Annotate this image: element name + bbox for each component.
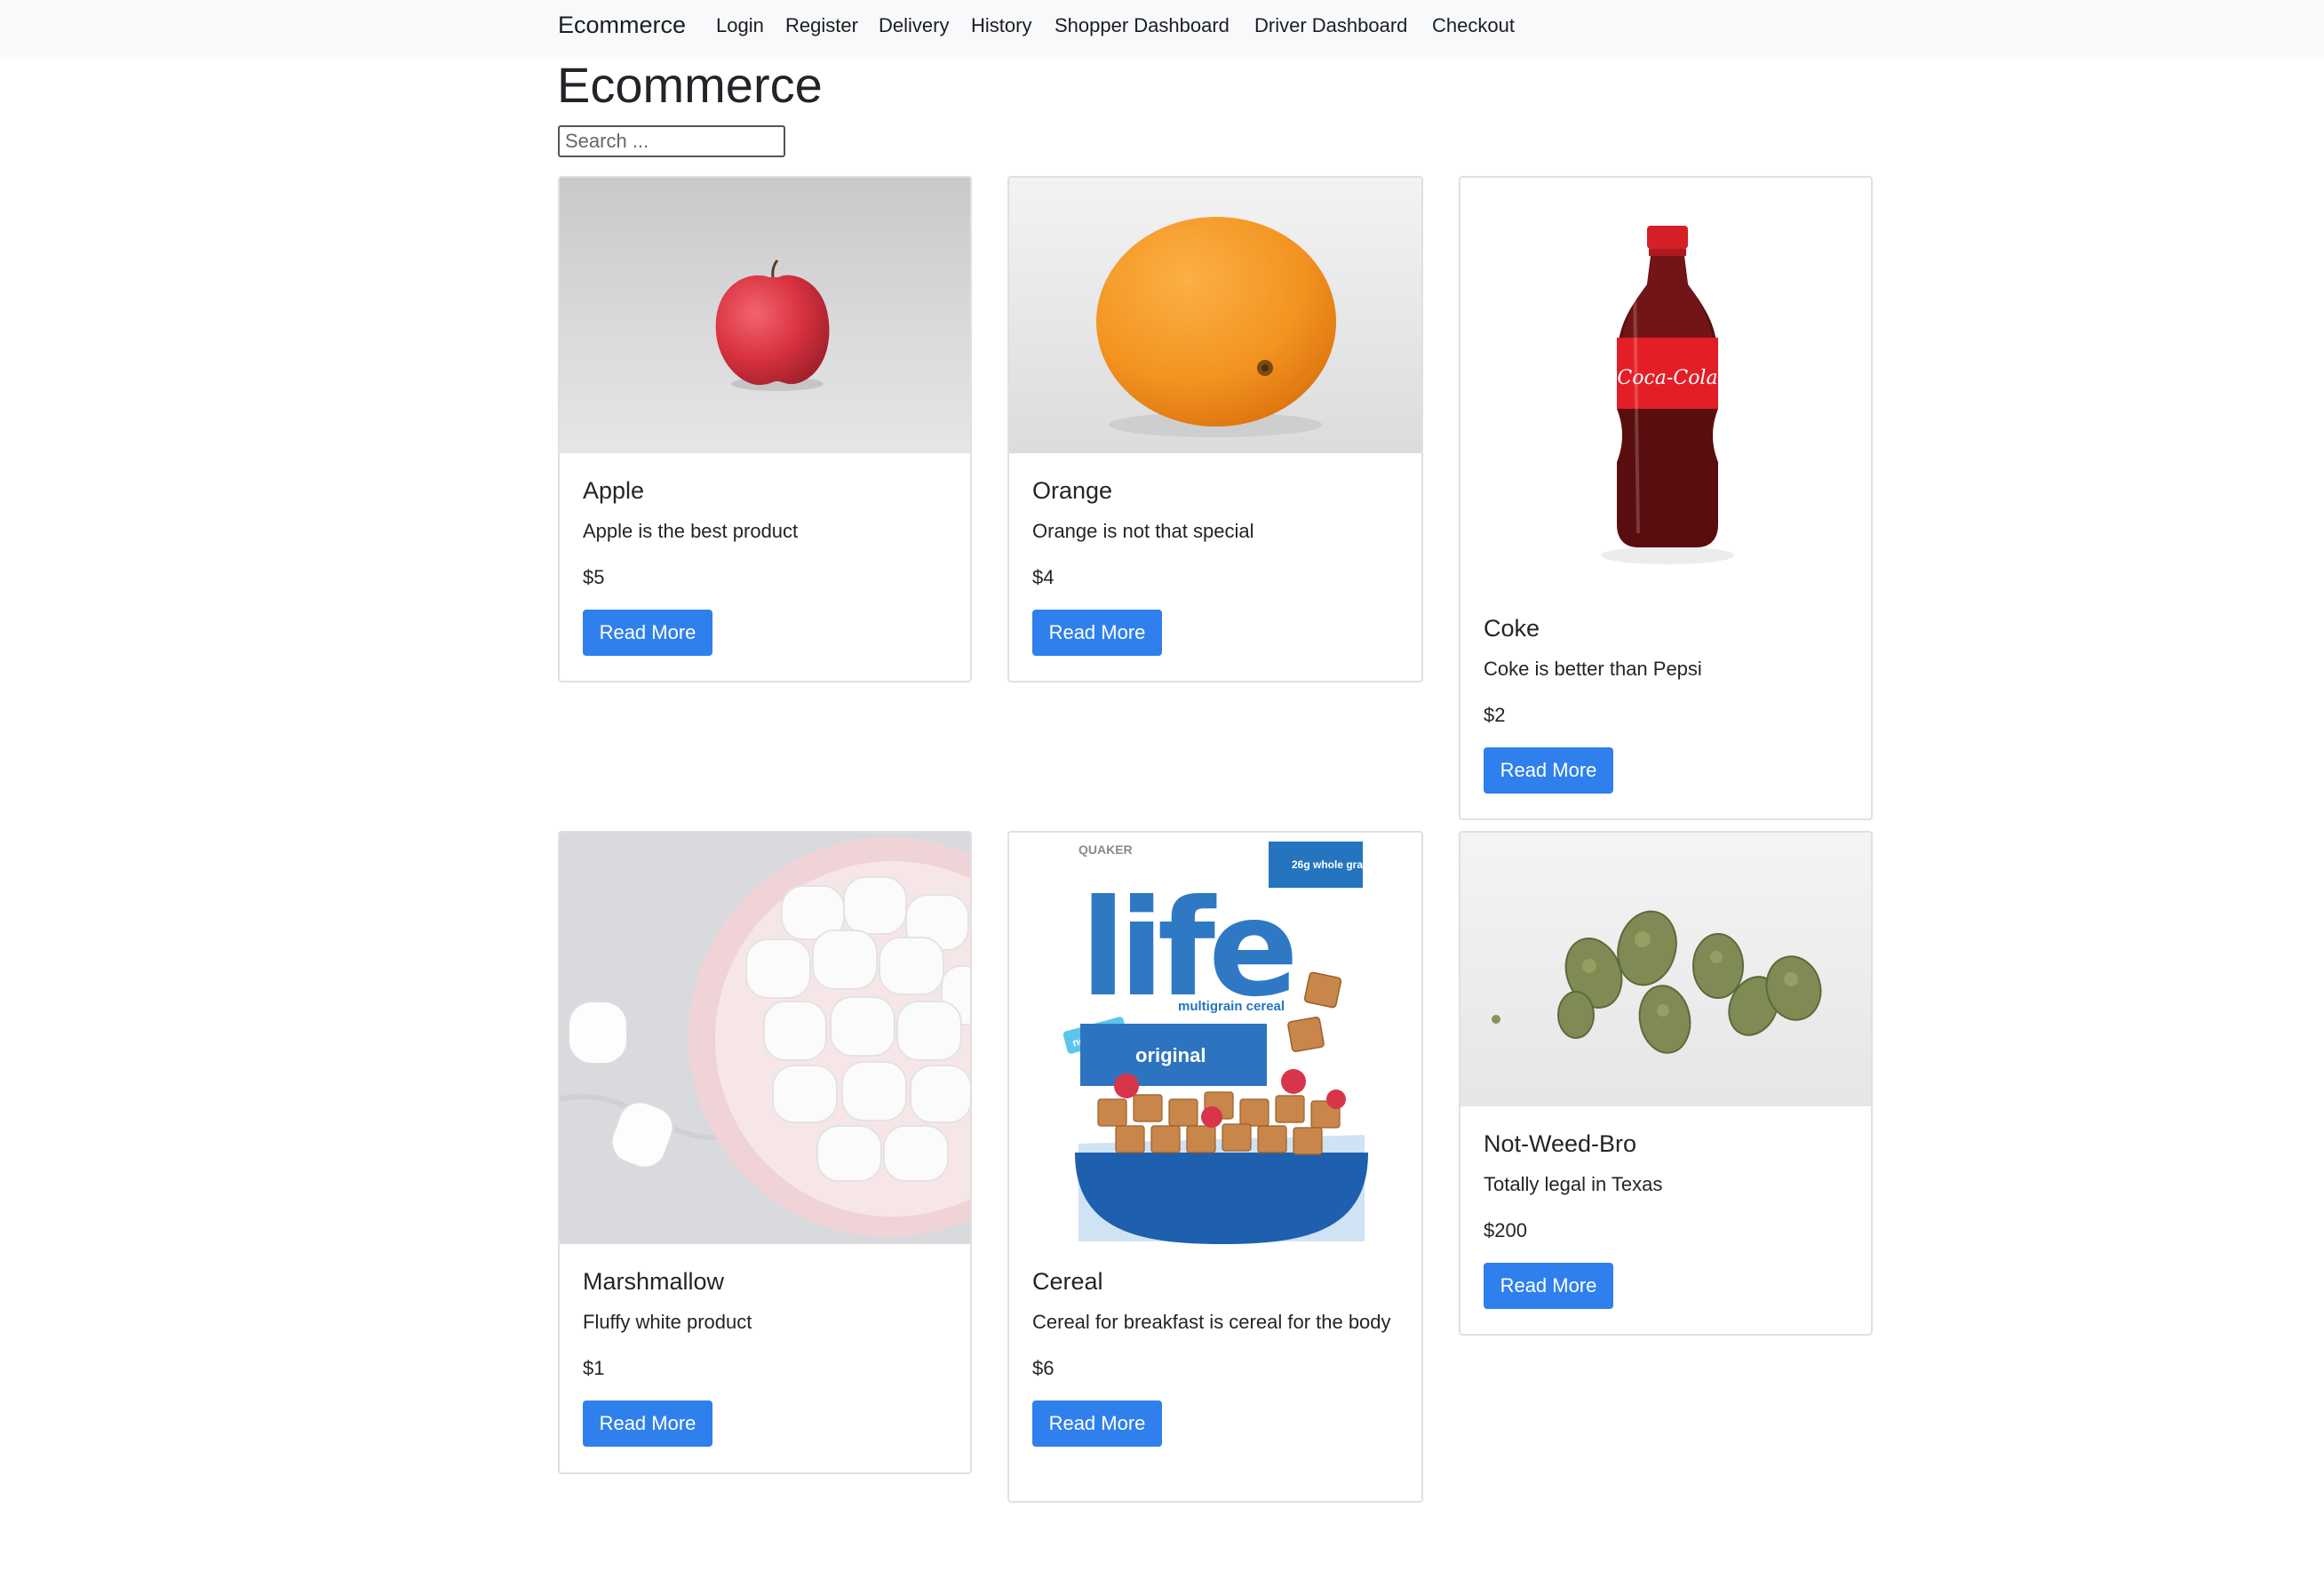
product-price: $1 — [583, 1357, 605, 1379]
cereal-brand-text: QUAKER — [1078, 842, 1133, 857]
page-title: Ecommerce — [557, 57, 823, 113]
product-price: $5 — [583, 566, 605, 588]
product-price: $4 — [1032, 566, 1055, 588]
product-description: Fluffy white product — [583, 1311, 752, 1333]
product-name: Not-Weed-Bro — [1484, 1130, 1637, 1157]
read-more-button[interactable]: Read More — [1032, 1400, 1162, 1447]
card-body: Coke Coke is better than Pepsi $2 Read M… — [1484, 612, 1853, 794]
product-card-orange: Orange Orange is not that special $4 Rea… — [1007, 176, 1423, 682]
cereal-badge-text: 26g whole grains — [1292, 858, 1379, 871]
card-body: Apple Apple is the best product $5 Read … — [583, 475, 952, 656]
product-price: $200 — [1484, 1219, 1527, 1241]
product-image-not-weed-bro — [1460, 833, 1871, 1106]
card-body: Orange Orange is not that special $4 Rea… — [1032, 475, 1404, 656]
nav-link-delivery[interactable]: Delivery — [879, 12, 949, 39]
nav-link-register[interactable]: Register — [785, 12, 858, 39]
nav-link-login[interactable]: Login — [716, 12, 764, 39]
product-card-coke: Coca-Cola Coke Coke is better than Pepsi… — [1459, 176, 1873, 820]
product-description: Totally legal in Texas — [1484, 1173, 1663, 1195]
cereal-subtitle-text: multigrain cereal — [1178, 999, 1285, 1014]
search-input[interactable] — [558, 125, 785, 157]
nav-link-history[interactable]: History — [971, 12, 1031, 39]
product-card-apple: Apple Apple is the best product $5 Read … — [558, 176, 972, 682]
product-card-marshmallow: Marshmallow Fluffy white product $1 Read… — [558, 831, 972, 1474]
product-image-marshmallow — [560, 833, 970, 1244]
read-more-button[interactable]: Read More — [1032, 610, 1162, 656]
cereal-variant-text: original — [1135, 1044, 1206, 1066]
read-more-button[interactable]: Read More — [583, 610, 712, 656]
product-description: Coke is better than Pepsi — [1484, 658, 1702, 680]
product-name: Marshmallow — [583, 1268, 725, 1295]
navbar: Ecommerce Login Register Delivery Histor… — [0, 0, 2324, 57]
product-card-not-weed-bro: Not-Weed-Bro Totally legal in Texas $200… — [1459, 831, 1873, 1336]
card-body: Not-Weed-Bro Totally legal in Texas $200… — [1484, 1128, 1853, 1309]
product-description: Orange is not that special — [1032, 520, 1254, 542]
nav-link-checkout[interactable]: Checkout — [1432, 12, 1515, 39]
read-more-button[interactable]: Read More — [583, 1400, 712, 1447]
nav-link-driver-dashboard[interactable]: Driver Dashboard — [1254, 12, 1407, 39]
read-more-button[interactable]: Read More — [1484, 747, 1613, 794]
product-name: Cereal — [1032, 1268, 1103, 1295]
product-name: Apple — [583, 477, 645, 504]
product-price: $6 — [1032, 1357, 1055, 1379]
coke-label-text: Coca-Cola — [1617, 367, 1717, 389]
read-more-button[interactable]: Read More — [1484, 1263, 1613, 1309]
product-name: Coke — [1484, 615, 1540, 642]
product-image-apple — [560, 178, 970, 453]
navbar-brand[interactable]: Ecommerce — [558, 9, 686, 41]
card-body: Cereal Cereal for breakfast is cereal fo… — [1032, 1265, 1404, 1447]
product-name: Orange — [1032, 477, 1113, 504]
product-image-cereal: QUAKER 26g whole grains life multigrain … — [1009, 833, 1421, 1244]
card-body: Marshmallow Fluffy white product $1 Read… — [583, 1265, 952, 1447]
product-description: Cereal for breakfast is cereal for the b… — [1032, 1311, 1391, 1333]
nav-link-shopper-dashboard[interactable]: Shopper Dashboard — [1055, 12, 1230, 39]
product-image-coke: Coca-Cola — [1460, 178, 1871, 591]
product-card-cereal: QUAKER 26g whole grains life multigrain … — [1007, 831, 1423, 1503]
product-price: $2 — [1484, 704, 1506, 726]
product-image-orange — [1009, 178, 1421, 453]
product-description: Apple is the best product — [583, 520, 799, 542]
